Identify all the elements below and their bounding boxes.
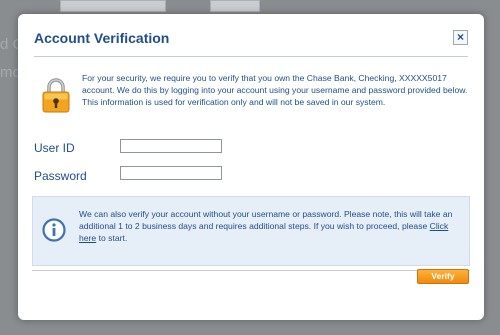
password-input[interactable] [120, 166, 222, 180]
modal-backdrop: d C mo Account Verification × For your s… [0, 0, 500, 335]
user-id-label: User ID [34, 141, 75, 155]
alternate-verification-panel: We can also verify your account without … [32, 196, 470, 266]
account-verification-dialog: Account Verification × For your security… [18, 14, 484, 320]
close-button[interactable]: × [453, 30, 468, 45]
title-divider [34, 56, 468, 57]
lock-icon [42, 78, 70, 113]
info-text-before-link: We can also verify your account without … [79, 209, 453, 231]
background-field [60, 0, 166, 12]
info-text-after-link: to start. [96, 233, 128, 243]
password-label: Password [34, 169, 87, 183]
info-icon [42, 218, 66, 242]
dialog-title: Account Verification [34, 30, 170, 46]
security-message: For your security, we require you to ver… [82, 73, 468, 107]
alternate-verification-message: We can also verify your account without … [79, 208, 459, 244]
close-icon: × [456, 30, 464, 44]
verify-button[interactable]: Verify [417, 269, 469, 284]
user-id-input[interactable] [120, 139, 222, 153]
footer-divider [32, 270, 470, 271]
background-field [210, 0, 260, 12]
